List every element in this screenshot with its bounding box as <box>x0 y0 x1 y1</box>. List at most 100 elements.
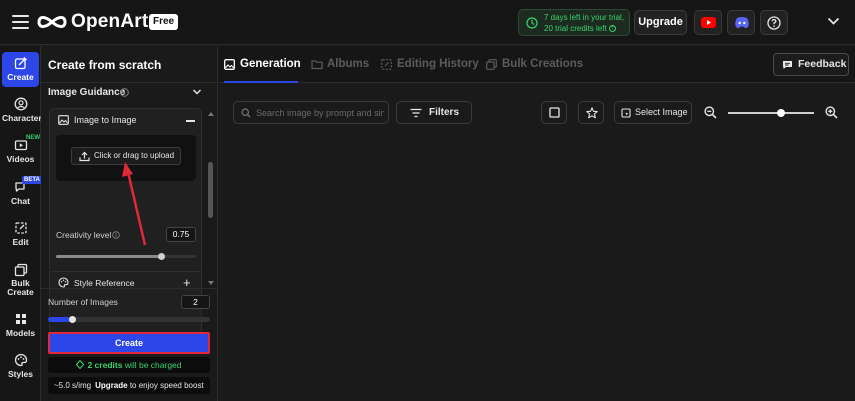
sidebar-item-label: Edit <box>12 237 29 247</box>
zoom-in-icon[interactable] <box>825 106 838 119</box>
scroll-down-arrow[interactable] <box>208 281 214 285</box>
sidebar-item-styles[interactable]: Styles <box>2 353 39 379</box>
tab-label: Bulk Creations <box>502 58 584 70</box>
models-icon <box>15 314 26 324</box>
gallery-tabs: Generation Albums Editing History Bulk C… <box>219 46 855 83</box>
sidebar-item-label: Character <box>2 113 42 123</box>
favorites-button[interactable] <box>578 101 604 124</box>
panel-scrollbar[interactable] <box>208 162 213 218</box>
tab-editing-history[interactable]: Editing History <box>381 46 479 83</box>
select-image-label: Select Image <box>635 107 688 117</box>
number-of-images-slider[interactable] <box>48 316 210 323</box>
scroll-up-arrow[interactable] <box>208 112 214 116</box>
sidebar-item-create[interactable]: Create <box>2 52 39 87</box>
zoom-slider[interactable] <box>728 109 814 117</box>
top-bar: OpenArt Free 7 days left in your trial, … <box>0 0 855 45</box>
create-icon <box>14 57 27 70</box>
slider-thumb[interactable] <box>158 253 165 260</box>
generation-gallery <box>219 142 855 401</box>
search-field[interactable] <box>233 101 389 124</box>
select-image-button[interactable]: Select Image <box>614 101 692 124</box>
slider-thumb[interactable] <box>777 109 786 117</box>
create-button[interactable]: Create <box>48 332 210 354</box>
youtube-icon <box>701 17 716 28</box>
menu-icon[interactable] <box>12 15 29 29</box>
search-input[interactable] <box>256 104 384 121</box>
feedback-button[interactable]: Feedback <box>773 53 849 76</box>
sidebar-item-label: Create <box>7 287 34 297</box>
creativity-slider[interactable] <box>56 253 196 260</box>
palette-icon <box>58 277 69 288</box>
trial-credits-row: 20 trial credits left? <box>544 24 616 33</box>
youtube-button[interactable] <box>694 10 722 35</box>
help-icon <box>767 16 781 30</box>
bulk-icon <box>486 59 497 70</box>
info-icon[interactable] <box>112 231 120 239</box>
credits-suffix: will be charged <box>124 360 182 370</box>
select-image-icon <box>621 108 631 118</box>
tab-generation[interactable]: Generation <box>224 46 301 83</box>
upload-button[interactable]: Click or drag to upload <box>71 147 181 165</box>
clock-icon <box>526 17 538 29</box>
image-guidance-title[interactable]: Image Guidance <box>48 87 125 98</box>
select-all-checkbox[interactable] <box>541 101 567 124</box>
beta-badge: BETA <box>22 176 42 184</box>
divider <box>41 82 218 83</box>
edit-history-icon <box>381 59 392 70</box>
logo-text[interactable]: OpenArt <box>71 11 148 33</box>
divider <box>50 271 201 272</box>
divider <box>41 288 218 289</box>
credits-notice: 2 credits will be charged <box>48 357 210 373</box>
slider-thumb[interactable] <box>69 316 77 323</box>
number-of-images-input[interactable]: 2 <box>181 295 210 309</box>
speed-notice: ~5.0 s/img Upgrade to enjoy speed boost <box>48 377 210 394</box>
discord-icon <box>735 17 749 29</box>
sidebar-item-label: Videos <box>6 154 35 164</box>
info-icon[interactable] <box>120 88 129 97</box>
discord-button[interactable] <box>727 10 755 35</box>
credit-diamond-icon <box>76 359 85 370</box>
sidebar-item-models[interactable]: Models <box>2 312 39 338</box>
tab-albums[interactable]: Albums <box>311 46 369 83</box>
number-of-images-label: Number of Images <box>48 297 118 307</box>
chevron-down-icon[interactable] <box>192 88 202 96</box>
feedback-icon <box>783 61 792 69</box>
collapse-minus-icon[interactable] <box>186 120 195 122</box>
styles-icon <box>14 353 27 367</box>
trial-credits-text: 20 trial credits left <box>544 24 607 33</box>
slider-fill <box>56 255 161 258</box>
sidebar-item-chat[interactable]: BETA Chat <box>2 176 42 206</box>
sidebar-item-bulk-create[interactable]: Bulk Create <box>2 263 39 297</box>
checkbox-icon <box>549 107 560 118</box>
sidebar-item-label: Models <box>5 328 36 338</box>
create-panel: Create from scratch Image Guidance Image… <box>41 46 218 401</box>
left-nav-rail: Create Character NEW Videos BETA Chat Ed… <box>0 46 42 401</box>
help-button[interactable] <box>760 10 788 35</box>
sidebar-item-character[interactable]: Character <box>2 97 42 123</box>
sidebar-item-videos[interactable]: NEW Videos <box>2 135 40 164</box>
upgrade-button[interactable]: Upgrade <box>634 10 687 35</box>
filters-button[interactable]: Filters <box>396 101 472 124</box>
panel-title: Create from scratch <box>48 58 162 72</box>
filter-icon <box>410 108 422 118</box>
zoom-out-icon[interactable] <box>704 106 717 119</box>
chevron-down-icon[interactable] <box>827 16 840 26</box>
search-icon <box>241 108 251 118</box>
sidebar-item-edit[interactable]: Edit <box>2 221 39 247</box>
credits-amount: 2 credits <box>87 360 123 370</box>
creativity-level-label: Creativity level <box>56 230 112 240</box>
upload-label: Click or drag to upload <box>94 151 175 160</box>
tab-label: Generation <box>240 58 301 70</box>
info-icon[interactable]: ? <box>608 25 616 33</box>
new-badge: NEW <box>26 135 40 141</box>
openart-logo-icon <box>37 16 67 28</box>
image-to-image-label: Image to Image <box>74 115 137 125</box>
speed-suffix: to enjoy speed boost <box>129 381 204 390</box>
creativity-level-input[interactable]: 0.75 <box>166 227 196 242</box>
speed-upgrade-link[interactable]: Upgrade <box>95 381 127 390</box>
tab-bulk-creations[interactable]: Bulk Creations <box>486 46 583 83</box>
trial-status-banner[interactable]: 7 days left in your trial, 20 trial cred… <box>518 9 630 36</box>
image-upload-dropzone[interactable]: Click or drag to upload <box>56 135 196 181</box>
style-reference-label[interactable]: Style Reference <box>74 278 134 288</box>
active-tab-indicator <box>224 81 298 83</box>
